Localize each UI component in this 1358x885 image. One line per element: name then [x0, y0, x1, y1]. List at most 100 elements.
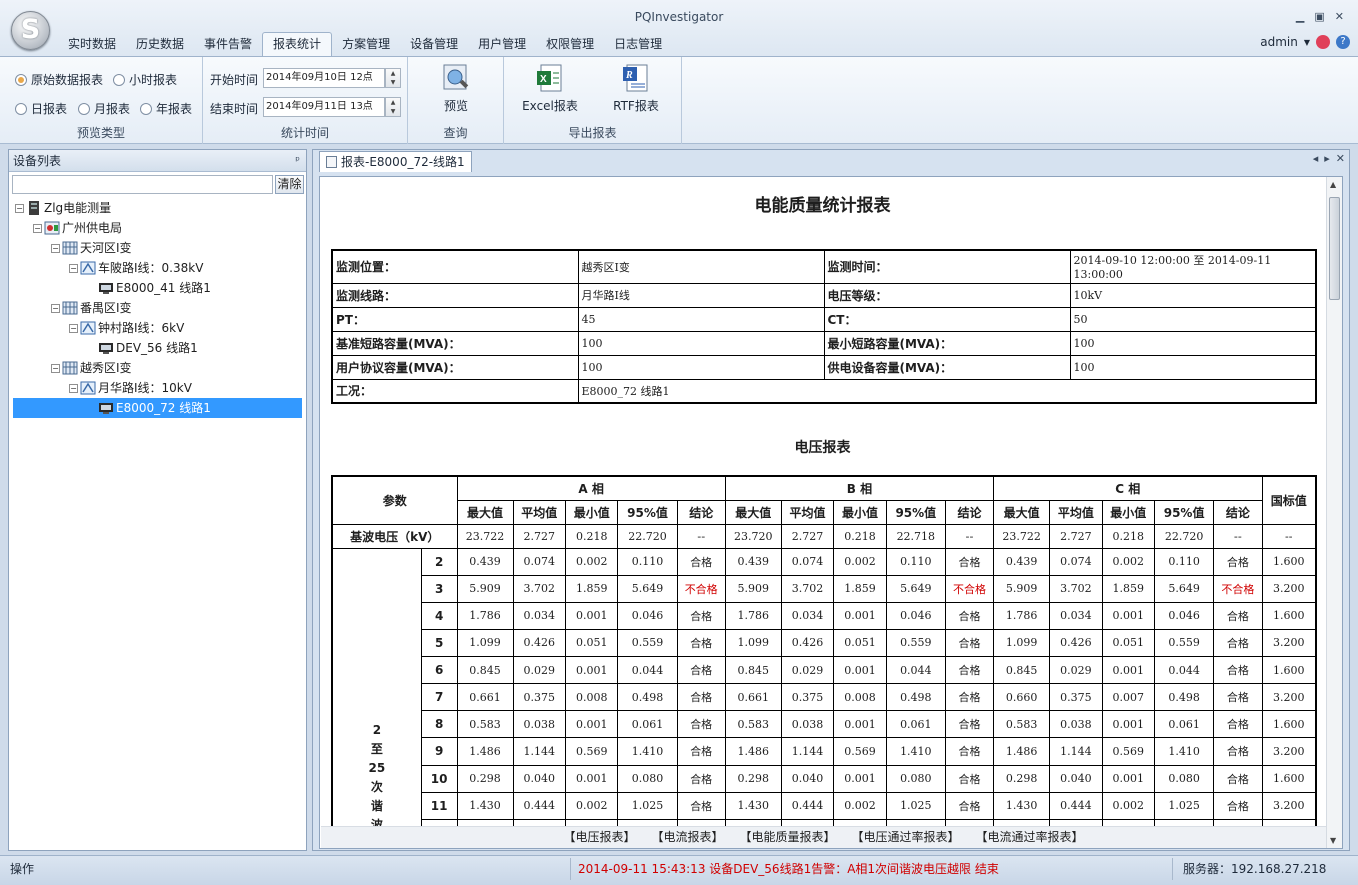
- menu-tab-8[interactable]: 日志管理: [604, 32, 672, 56]
- tree-node-label: 番禺区I变: [80, 301, 132, 315]
- value-cell: 1.025: [1154, 791, 1215, 820]
- tree-node[interactable]: − 车陂路I线：0.38kV: [69, 258, 203, 278]
- harmonic-order: 3: [420, 574, 458, 603]
- conclusion-cell: --: [1213, 523, 1263, 549]
- collapse-icon[interactable]: −: [51, 243, 60, 253]
- tab-report[interactable]: 报表-E8000_72-线路1: [319, 151, 472, 172]
- tree-node-label: 月华路I线：10kV: [98, 381, 192, 395]
- report-link[interactable]: 【电压报表】: [563, 827, 635, 848]
- value-cell: 1.786: [456, 601, 514, 630]
- collapse-icon[interactable]: −: [33, 223, 42, 233]
- info-value: 100: [1069, 354, 1317, 380]
- radio-day-report[interactable]: 日报表: [15, 100, 67, 117]
- report-tab-label: 报表-E8000_72-线路1: [341, 154, 465, 169]
- value-cell: 1.144: [780, 737, 835, 766]
- report-link[interactable]: 【电能质量报表】: [739, 827, 835, 848]
- standard-cell: 1.600: [1261, 710, 1317, 739]
- menu-tab-6[interactable]: 用户管理: [468, 32, 536, 56]
- menu-tab-3[interactable]: 报表统计: [262, 32, 333, 56]
- tree-node[interactable]: DEV_56 线路1: [87, 338, 198, 358]
- value-cell: 1.786: [993, 601, 1051, 630]
- scroll-up-icon[interactable]: ▲: [1330, 180, 1336, 189]
- tree-node-label: 广州供电局: [62, 221, 123, 235]
- column-header: 平均值: [512, 499, 566, 525]
- value-cell: 5.909: [993, 574, 1051, 603]
- menu-tab-0[interactable]: 实时数据: [58, 32, 126, 56]
- radio-hour-report[interactable]: 小时报表: [113, 71, 177, 88]
- collapse-icon[interactable]: −: [51, 303, 60, 313]
- value-cell: 0.498: [1154, 683, 1215, 712]
- value-cell: 0.001: [564, 601, 619, 630]
- radio-year-report[interactable]: 年报表: [140, 100, 192, 117]
- document-area: 报表-E8000_72-线路1 ◂ ▸ ✕ 电能质量统计报表 监测位置： 越秀区I…: [312, 149, 1350, 851]
- menu-tab-1[interactable]: 历史数据: [126, 32, 194, 56]
- report-link[interactable]: 【电流报表】: [651, 827, 723, 848]
- standard-header: 国标值: [1261, 475, 1317, 525]
- value-cell: 1.430: [724, 791, 782, 820]
- info-key: 监测时间：: [823, 249, 1071, 284]
- tree-node[interactable]: − 番禺区I变: [51, 298, 132, 318]
- tree-node[interactable]: − 钟村路I线：6kV: [69, 318, 184, 338]
- value-cell: 1.410: [617, 737, 678, 766]
- end-time-input[interactable]: 2014年09月11日 13点: [263, 97, 385, 117]
- excel-report-button[interactable]: X Excel报表: [522, 63, 578, 114]
- value-cell: 1.144: [1049, 737, 1103, 766]
- value-cell: 0.444: [512, 791, 566, 820]
- preview-button[interactable]: 预览: [436, 63, 476, 114]
- column-header: 最小值: [564, 499, 619, 525]
- maximize-icon[interactable]: ▣: [1314, 10, 1324, 23]
- collapse-icon[interactable]: −: [69, 323, 78, 333]
- status-server: 服务器：192.168.27.218: [1183, 862, 1327, 876]
- menu-tab-5[interactable]: 设备管理: [400, 32, 468, 56]
- tree-node[interactable]: E8000_72 线路1: [13, 398, 302, 418]
- menu-tab-7[interactable]: 权限管理: [536, 32, 604, 56]
- tree-node[interactable]: E8000_41 线路1: [87, 278, 211, 298]
- minimize-icon[interactable]: ▁: [1296, 10, 1304, 23]
- report-scrollbar[interactable]: ▲ ▼: [1326, 177, 1342, 848]
- scroll-thumb[interactable]: [1329, 197, 1340, 300]
- end-time-spinner[interactable]: ▲ ▼: [385, 97, 401, 117]
- value-cell: 0.298: [724, 764, 782, 793]
- device-icon: [98, 281, 114, 295]
- value-cell: 0.074: [780, 547, 835, 576]
- report-link[interactable]: 【电压通过率报表】: [852, 827, 960, 848]
- rtf-report-button[interactable]: R RTF报表: [608, 63, 664, 114]
- menu-tab-4[interactable]: 方案管理: [332, 32, 400, 56]
- user-name[interactable]: admin: [1260, 35, 1298, 49]
- tree-node[interactable]: − 广州供电局: [33, 218, 122, 238]
- dropdown-arrow-icon[interactable]: ▼: [1304, 38, 1310, 47]
- radio-month-report[interactable]: 月报表: [78, 100, 130, 117]
- document-tabs: 报表-E8000_72-线路1 ◂ ▸ ✕: [313, 150, 1349, 172]
- report-link[interactable]: 【电流通过率报表】: [976, 827, 1084, 848]
- tab-prev-icon[interactable]: ◂: [1313, 152, 1319, 165]
- pin-icon[interactable]: ᵖ: [295, 150, 300, 172]
- device-search-input[interactable]: [12, 175, 273, 194]
- value-cell: 0.001: [564, 710, 619, 739]
- collapse-icon[interactable]: −: [15, 203, 24, 213]
- collapse-icon[interactable]: −: [51, 363, 60, 373]
- harmonic-order: 6: [420, 655, 458, 685]
- value-cell: 0.845: [993, 655, 1051, 685]
- scroll-down-icon[interactable]: ▼: [1330, 836, 1336, 845]
- tree-node[interactable]: − 天河区I变: [51, 238, 132, 258]
- value-cell: 0.498: [885, 683, 946, 712]
- close-icon[interactable]: ✕: [1335, 10, 1344, 23]
- collapse-icon[interactable]: −: [69, 263, 78, 273]
- radio-raw-report[interactable]: 原始数据报表: [15, 71, 103, 88]
- value-cell: 5.649: [885, 574, 946, 603]
- collapse-icon[interactable]: −: [69, 383, 78, 393]
- start-time-spinner[interactable]: ▲ ▼: [385, 68, 401, 88]
- alarm-phone-icon[interactable]: [1316, 35, 1330, 49]
- menu-tab-2[interactable]: 事件告警: [194, 32, 262, 56]
- clear-button[interactable]: 清除: [275, 175, 304, 194]
- value-cell: 0.110: [617, 547, 678, 576]
- column-header: 结论: [676, 499, 726, 525]
- tree-node[interactable]: − 月华路I线：10kV: [69, 378, 192, 398]
- value-cell: 1.430: [456, 791, 514, 820]
- tab-close-icon[interactable]: ✕: [1336, 152, 1345, 165]
- tree-node[interactable]: − 越秀区I变: [51, 358, 132, 378]
- start-time-input[interactable]: 2014年09月10日 12点: [263, 68, 385, 88]
- tree-node[interactable]: − Zlg电能测量: [15, 198, 111, 218]
- tab-next-icon[interactable]: ▸: [1324, 152, 1330, 165]
- help-icon[interactable]: ?: [1336, 35, 1350, 49]
